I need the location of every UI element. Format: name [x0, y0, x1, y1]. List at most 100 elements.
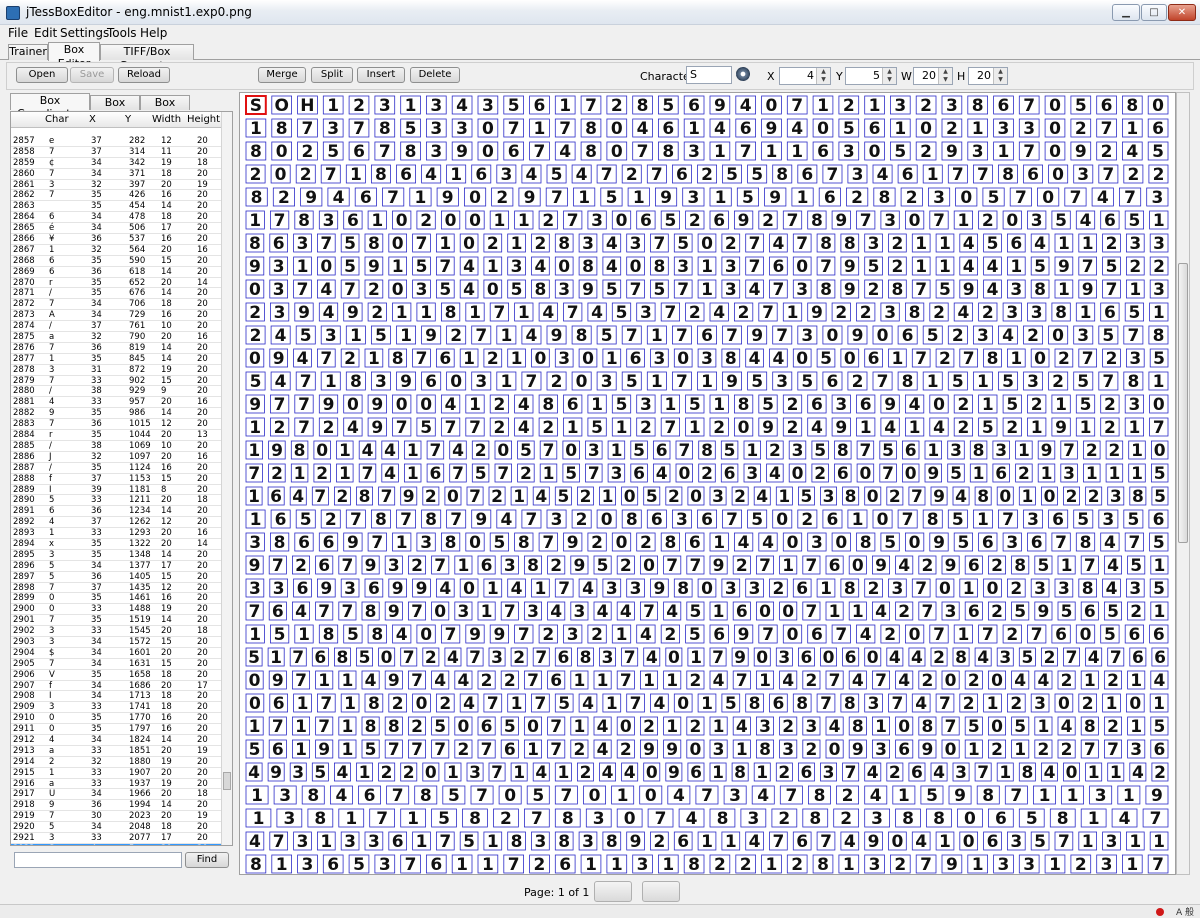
glyph-box[interactable]: 7 — [440, 624, 461, 645]
glyph-box[interactable]: 0 — [825, 739, 844, 760]
glyph-box[interactable]: 4 — [786, 118, 808, 139]
glyph-box[interactable]: 1 — [611, 417, 632, 438]
glyph-box[interactable]: 3 — [890, 95, 911, 116]
glyph-box[interactable]: 7 — [671, 371, 692, 392]
glyph-box[interactable]: 5 — [1124, 210, 1145, 231]
glyph-box[interactable]: 6 — [697, 325, 718, 346]
tab-trainer[interactable]: Trainer — [8, 44, 48, 60]
glyph-box[interactable]: 4 — [293, 348, 312, 369]
glyph-box[interactable]: 1 — [709, 716, 728, 737]
glyph-box[interactable]: 8 — [1129, 486, 1147, 507]
glyph-box[interactable]: 1 — [573, 187, 596, 208]
glyph-box[interactable]: 9 — [733, 210, 754, 231]
glyph-box[interactable]: 7 — [722, 325, 743, 346]
glyph-box[interactable]: 8 — [816, 279, 836, 300]
glyph-box[interactable]: 4 — [593, 601, 612, 622]
glyph-box[interactable]: 4 — [733, 532, 754, 553]
glyph-box[interactable]: 2 — [616, 739, 635, 760]
glyph-box[interactable]: 3 — [864, 854, 885, 875]
glyph-box[interactable]: 7 — [758, 302, 778, 323]
glyph-box[interactable]: 4 — [864, 762, 882, 783]
table-row[interactable]: 2858 7 37 314 11 20 — [11, 147, 222, 158]
glyph-box[interactable]: 8 — [657, 141, 679, 162]
glyph-box[interactable]: 3 — [802, 716, 821, 737]
glyph-box[interactable]: 9 — [709, 555, 728, 576]
glyph-box[interactable]: 3 — [709, 486, 727, 507]
glyph-box[interactable]: 3 — [847, 164, 868, 185]
glyph-box[interactable]: 4 — [636, 624, 656, 645]
glyph-box[interactable]: 0 — [988, 716, 1007, 737]
glyph-box[interactable]: 7 — [816, 256, 836, 277]
glyph-box[interactable]: 1 — [451, 854, 473, 875]
glyph-box[interactable]: 7 — [621, 647, 639, 668]
glyph-box[interactable]: 1 — [732, 739, 751, 760]
glyph-box[interactable]: 3 — [671, 509, 692, 530]
glyph-box[interactable]: 6 — [311, 647, 329, 668]
glyph-box[interactable]: 7 — [959, 348, 978, 369]
table-row[interactable]: 2870 r 35 652 20 14 — [11, 278, 222, 289]
glyph-box[interactable]: 6 — [769, 693, 788, 714]
glyph-box[interactable]: 4 — [1085, 647, 1103, 668]
glyph-box[interactable]: 7 — [769, 279, 788, 300]
glyph-box[interactable]: 5 — [295, 509, 316, 530]
glyph-box[interactable]: 0 — [643, 762, 661, 783]
glyph-box[interactable]: 5 — [1102, 256, 1121, 277]
glyph-box[interactable]: 0 — [788, 463, 807, 484]
glyph-box[interactable]: 0 — [578, 348, 598, 369]
glyph-box[interactable]: 1 — [872, 716, 891, 737]
glyph-box[interactable]: 4 — [807, 417, 827, 438]
table-row[interactable]: 2898 7 37 1435 12 20 — [11, 583, 222, 594]
glyph-box[interactable]: 6 — [657, 118, 679, 139]
glyph-box[interactable]: 0 — [673, 693, 693, 714]
glyph-box[interactable]: 4 — [905, 394, 925, 415]
glyph-box[interactable]: 1 — [1054, 279, 1074, 300]
glyph-box[interactable]: 6 — [294, 532, 314, 553]
glyph-box[interactable]: 7 — [1098, 371, 1119, 392]
glyph-box[interactable]: 4 — [1102, 578, 1121, 599]
glyph-box[interactable]: 2 — [1127, 601, 1146, 622]
glyph-box[interactable]: 5 — [593, 555, 612, 576]
glyph-box[interactable]: 9 — [639, 739, 658, 760]
glyph-box[interactable]: 2 — [935, 348, 955, 369]
glyph-box[interactable]: 2 — [576, 486, 594, 507]
glyph-box[interactable]: 9 — [396, 371, 417, 392]
glyph-box[interactable]: 7 — [382, 187, 405, 208]
glyph-box[interactable]: 3 — [1002, 302, 1022, 323]
glyph-box[interactable]: 5 — [471, 463, 490, 484]
glyph-box[interactable]: 1 — [593, 670, 612, 691]
glyph-box[interactable]: 7 — [660, 302, 681, 323]
glyph-box[interactable]: 4 — [959, 256, 978, 277]
glyph-box[interactable]: 3 — [1054, 578, 1074, 599]
glyph-box[interactable]: 0 — [996, 486, 1014, 507]
glyph-box[interactable]: 0 — [959, 831, 978, 852]
glyph-box[interactable]: 1 — [322, 95, 344, 116]
glyph-box[interactable]: 8 — [952, 647, 970, 668]
glyph-box[interactable]: 7 — [1102, 279, 1121, 300]
glyph-box[interactable]: 3 — [245, 578, 265, 599]
glyph-box[interactable]: 1 — [1117, 785, 1141, 806]
glyph-box[interactable]: 1 — [1127, 716, 1146, 737]
glyph-box[interactable]: 1 — [1150, 555, 1169, 576]
glyph-box[interactable]: 1 — [1150, 601, 1169, 622]
glyph-box[interactable]: 9 — [267, 762, 285, 783]
glyph-box[interactable]: 0 — [245, 348, 265, 369]
glyph-box[interactable]: 7 — [317, 348, 336, 369]
glyph-box[interactable]: 1 — [663, 716, 682, 737]
glyph-box[interactable]: 7 — [440, 417, 461, 438]
table-row[interactable]: 2872 7 34 706 18 20 — [11, 299, 222, 311]
glyph-box[interactable]: 9 — [245, 555, 264, 576]
glyph-box[interactable]: 9 — [388, 578, 408, 599]
glyph-box[interactable]: 1 — [646, 325, 667, 346]
glyph-box[interactable]: 2 — [888, 233, 907, 254]
glyph-box[interactable]: 2 — [721, 233, 741, 254]
glyph-box[interactable]: 7 — [918, 601, 937, 622]
glyph-box[interactable]: 9 — [570, 555, 589, 576]
glyph-box[interactable]: 3 — [683, 141, 705, 162]
glyph-box[interactable]: 2 — [435, 693, 455, 714]
glyph-box[interactable]: 3 — [425, 118, 447, 139]
glyph-box[interactable]: 9 — [626, 831, 645, 852]
glyph-box[interactable]: 1 — [756, 670, 775, 691]
glyph-box[interactable]: 2 — [340, 348, 360, 369]
glyph-box[interactable]: 8 — [1051, 302, 1071, 323]
glyph-box[interactable]: 3 — [941, 601, 960, 622]
